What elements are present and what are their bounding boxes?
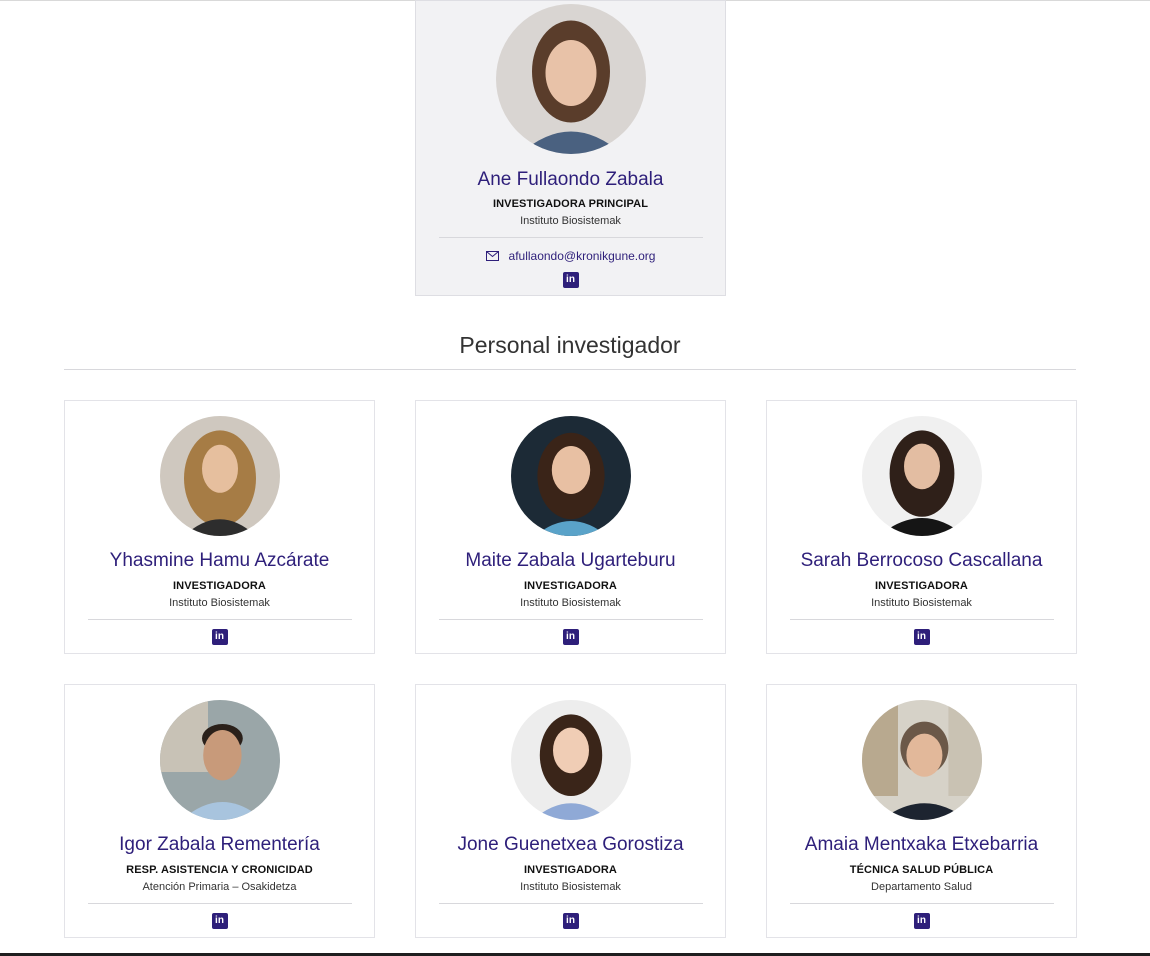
researcher-role: INVESTIGADORA (173, 580, 266, 592)
researcher-card-yhasmine: Yhasmine Hamu Azcárate INVESTIGADORA Ins… (64, 400, 375, 654)
researcher-role: TÉCNICA SALUD PÚBLICA (849, 864, 994, 876)
researcher-role: RESP. ASISTENCIA Y CRONICIDAD (126, 864, 313, 876)
lead-name: Ane Fullaondo Zabala (477, 169, 664, 190)
lead-divider (439, 237, 703, 238)
researcher-avatar-photo (861, 700, 982, 820)
card-divider (88, 619, 352, 620)
researcher-name: Igor Zabala Rementería (119, 834, 320, 855)
researcher-organization: Instituto Biosistemak (520, 597, 621, 609)
lead-researcher-card: Ane Fullaondo Zabala INVESTIGADORA PRINC… (415, 0, 726, 296)
researcher-name: Amaia Mentxaka Etxebarria (804, 834, 1039, 855)
researcher-name: Yhasmine Hamu Azcárate (109, 550, 330, 571)
lead-organization: Instituto Biosistemak (520, 215, 621, 227)
researcher-organization: Instituto Biosistemak (169, 597, 270, 609)
lead-avatar-photo (495, 4, 646, 154)
researcher-name: Sarah Berrocoso Cascallana (800, 550, 1043, 571)
researcher-card-igor: Igor Zabala Rementería RESP. ASISTENCIA … (64, 684, 375, 938)
researcher-name: Maite Zabala Ugarteburu (465, 550, 676, 571)
researcher-role: INVESTIGADORA (524, 580, 617, 592)
linkedin-icon[interactable]: in (562, 629, 579, 645)
linkedin-icon[interactable]: in (913, 913, 930, 929)
researcher-card-jone: Jone Guenetxea Gorostiza INVESTIGADORA I… (415, 684, 726, 938)
card-divider (790, 903, 1054, 904)
card-divider (88, 903, 352, 904)
researcher-avatar-photo (510, 416, 631, 536)
researcher-card-amaia: Amaia Mentxaka Etxebarria TÉCNICA SALUD … (766, 684, 1077, 938)
linkedin-icon[interactable]: in (913, 629, 930, 645)
researcher-organization: Instituto Biosistemak (520, 881, 621, 893)
researcher-organization: Instituto Biosistemak (871, 597, 972, 609)
linkedin-icon[interactable]: in (562, 913, 579, 929)
researcher-role: INVESTIGADORA (524, 864, 617, 876)
envelope-icon (485, 250, 499, 264)
researcher-avatar-photo (510, 700, 631, 820)
section-divider (64, 369, 1076, 370)
lead-email-link[interactable]: afullaondo@kronikgune.org (509, 249, 656, 263)
researcher-name: Jone Guenetxea Gorostiza (457, 834, 684, 855)
lead-role: INVESTIGADORA PRINCIPAL (492, 198, 649, 210)
card-divider (439, 619, 703, 620)
researcher-card-maite: Maite Zabala Ugarteburu INVESTIGADORA In… (415, 400, 726, 654)
researcher-avatar-photo (159, 416, 280, 536)
lead-email-row: afullaondo@kronikgune.org (416, 249, 725, 264)
researcher-organization: Atención Primaria – Osakidetza (142, 881, 297, 893)
researcher-role: INVESTIGADORA (875, 580, 968, 592)
card-divider (790, 619, 1054, 620)
researcher-card-sarah: Sarah Berrocoso Cascallana INVESTIGADORA… (766, 400, 1077, 654)
researcher-avatar-photo (861, 416, 982, 536)
researcher-organization: Departamento Salud (871, 881, 972, 893)
section-title: Personal investigador (459, 332, 681, 358)
linkedin-icon[interactable]: in (211, 913, 228, 929)
card-divider (439, 903, 703, 904)
researcher-avatar-photo (159, 700, 280, 820)
linkedin-icon[interactable]: in (211, 629, 228, 645)
linkedin-icon[interactable]: in (562, 272, 579, 288)
